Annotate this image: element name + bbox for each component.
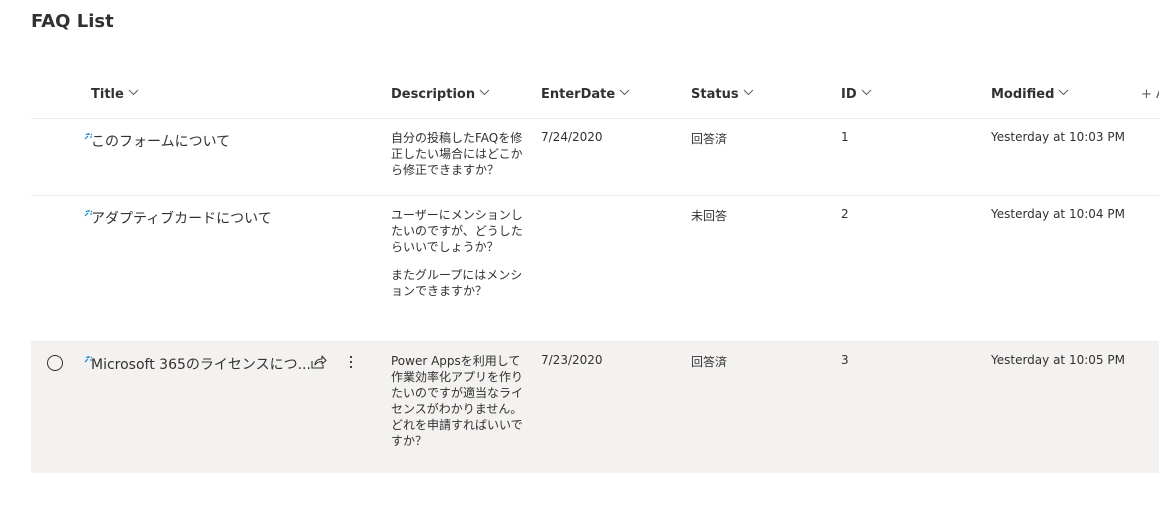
faq-list-page: FAQ List Title Description EnterDate Sta… [0,0,1159,506]
column-header-modified-label: Modified [991,87,1055,102]
column-header-modified[interactable]: Modified [991,87,1069,102]
column-header-title[interactable]: Title [91,87,139,102]
row-description: ユーザーにメンションしたいのですが、どうしたらいいでしょうか？ またグループには… [391,207,527,299]
row-status: 回答済 [691,355,728,369]
row-status: 未回答 [691,209,728,223]
chevron-down-icon [479,85,490,100]
chevron-down-icon [619,85,630,100]
chevron-down-icon [743,85,754,100]
row-enterdate: 7/23/2020 [541,353,603,367]
page-title: FAQ List [31,11,114,32]
column-header-enterdate-label: EnterDate [541,87,616,102]
row-description: Power Appsを利用して作業効率化アプリを作りたいのですが適当なライセンス… [391,353,527,449]
more-vertical-icon[interactable] [345,353,357,371]
row-id: 3 [841,353,849,367]
row-title[interactable]: Microsoft 365のライセンスにつ... [91,354,311,374]
row-description-paragraph: Power Appsを利用して作業効率化アプリを作りたいのですが適当なライセンス… [391,354,524,448]
column-header-row: Title Description EnterDate Status ID Mo… [31,76,1159,119]
row-modified: Yesterday at 10:03 PM [991,130,1125,144]
row-description-paragraph: またグループにはメンションできますか？ [391,268,523,298]
column-header-enterdate[interactable]: EnterDate [541,87,630,102]
row-select-radio[interactable] [47,355,63,371]
row-enterdate: 7/24/2020 [541,130,603,144]
row-modified: Yesterday at 10:04 PM [991,207,1125,221]
chevron-down-icon [1058,85,1069,100]
chevron-down-icon [861,85,872,100]
chevron-down-icon [128,85,139,100]
row-status: 回答済 [691,132,728,146]
row-title[interactable]: このフォームについて [91,131,230,151]
column-header-status-label: Status [691,87,739,102]
column-header-description-label: Description [391,87,476,102]
row-title[interactable]: アダプティブカードについて [91,208,272,228]
table-row[interactable]: Microsoft 365のライセンスにつ... Power Appsを利用して… [31,342,1159,473]
column-header-status[interactable]: Status [691,87,754,102]
share-icon[interactable] [309,353,327,371]
row-modified: Yesterday at 10:05 PM [991,353,1125,367]
row-id: 2 [841,207,849,221]
row-description-paragraph: 自分の投稿したFAQを修正したい場合にはどこから修正できますか？ [391,131,523,177]
table-row[interactable]: アダプティブカードについて ユーザーにメンションしたいのですが、どうしたらいいで… [31,196,1159,342]
row-id: 1 [841,130,849,144]
row-description: 自分の投稿したFAQを修正したい場合にはどこから修正できますか？ [391,130,527,178]
table-row[interactable]: このフォームについて 自分の投稿したFAQを修正したい場合にはどこから修正できま… [31,119,1159,196]
column-header-id-label: ID [841,87,857,102]
add-column-button[interactable]: + A [1141,87,1159,102]
column-header-title-label: Title [91,87,124,102]
column-header-id[interactable]: ID [841,87,872,102]
row-description-paragraph: ユーザーにメンションしたいのですが、どうしたらいいでしょうか？ [391,208,523,254]
column-header-description[interactable]: Description [391,87,490,102]
